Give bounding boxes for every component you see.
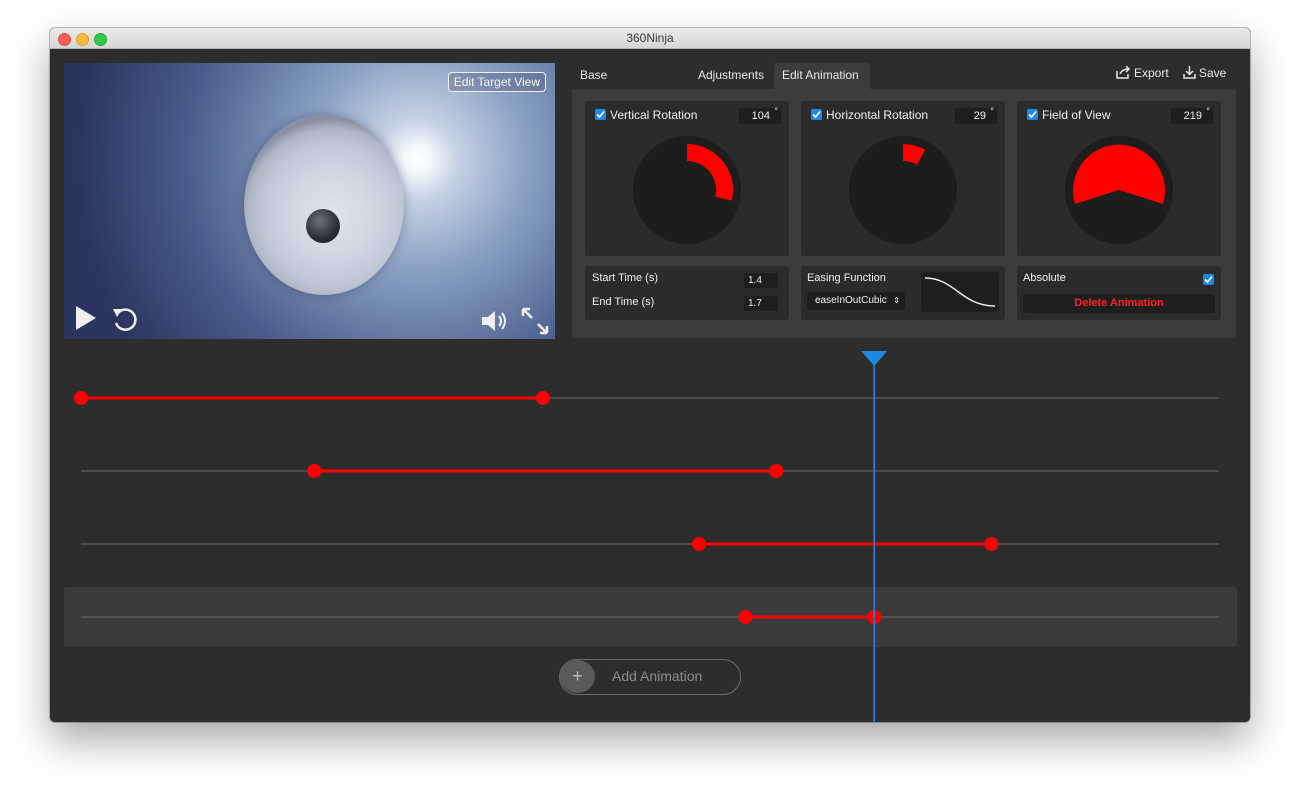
animation-timeline[interactable]: + Add Animation xyxy=(50,348,1250,722)
keyframe-end-handle[interactable] xyxy=(769,464,784,478)
easing-curve-preview xyxy=(921,272,999,312)
app-window: 360Ninja Edit Target View Base Configura… xyxy=(50,28,1250,722)
vertical-rotation-value: 104 xyxy=(751,110,770,122)
keyframe-start-handle[interactable] xyxy=(307,464,322,478)
playhead-handle[interactable] xyxy=(861,351,888,366)
add-animation-button[interactable]: + Add Animation xyxy=(559,659,741,695)
select-arrows-icon: ⇕ xyxy=(893,296,900,305)
save-button[interactable]: Save xyxy=(1183,66,1226,80)
start-time-input[interactable]: 1.4 xyxy=(744,273,778,288)
add-animation-label: Add Animation xyxy=(612,668,703,684)
edit-animation-panel: Vertical Rotation 104 ° Horizontal Rotat… xyxy=(572,89,1236,338)
horizontal-rotation-dial[interactable] xyxy=(849,136,957,244)
keyframe-end-handle[interactable] xyxy=(984,537,999,551)
absolute-card: Absolute Delete Animation xyxy=(1017,266,1221,320)
keyframe-start-handle[interactable] xyxy=(74,391,88,405)
vertical-rotation-card: Vertical Rotation 104 ° xyxy=(585,101,789,256)
window-title: 360Ninja xyxy=(626,31,674,45)
replay-icon[interactable] xyxy=(110,305,138,333)
vertical-rotation-dial[interactable] xyxy=(633,136,741,244)
field-of-view-checkbox[interactable] xyxy=(1027,109,1038,120)
horizontal-rotation-value: 29 xyxy=(973,110,986,122)
horizontal-rotation-value-field[interactable]: 29 ° xyxy=(955,106,997,124)
vertical-rotation-checkbox[interactable] xyxy=(595,109,606,120)
easing-function-label: Easing Function xyxy=(807,272,886,284)
keyframe-start-handle[interactable] xyxy=(738,610,753,624)
keyframe-end-handle[interactable] xyxy=(536,391,551,405)
degree-unit: ° xyxy=(774,106,778,116)
vertical-rotation-value-field[interactable]: 104 ° xyxy=(739,106,781,124)
absolute-label: Absolute xyxy=(1023,272,1066,284)
save-label: Save xyxy=(1199,66,1227,80)
download-icon xyxy=(1183,66,1196,79)
export-button[interactable]: Export xyxy=(1116,66,1169,80)
plus-icon: + xyxy=(560,660,595,693)
horizontal-rotation-card: Horizontal Rotation 29 ° xyxy=(801,101,1005,256)
degree-unit: ° xyxy=(1206,106,1210,116)
easing-function-select[interactable]: easeInOutCubic ⇕ xyxy=(807,292,905,310)
vertical-rotation-label: Vertical Rotation xyxy=(610,108,698,122)
field-of-view-value-field[interactable]: 219 ° xyxy=(1171,106,1213,124)
panorama-planet xyxy=(244,115,404,295)
camera-object xyxy=(306,209,340,243)
absolute-checkbox[interactable] xyxy=(1203,274,1214,285)
end-time-label: End Time (s) xyxy=(592,296,655,308)
field-of-view-card: Field of View 219 ° xyxy=(1017,101,1221,256)
play-icon[interactable] xyxy=(74,305,98,331)
field-of-view-value: 219 xyxy=(1183,110,1202,122)
delete-animation-button[interactable]: Delete Animation xyxy=(1023,294,1215,313)
export-label: Export xyxy=(1134,66,1169,80)
field-of-view-label: Field of View xyxy=(1042,108,1111,122)
keyframe-start-handle[interactable] xyxy=(691,537,706,551)
tab-edit-animation[interactable]: Edit Animation xyxy=(774,63,870,89)
easing-card: Easing Function easeInOutCubic ⇕ xyxy=(801,266,1005,320)
volume-icon[interactable] xyxy=(480,308,510,334)
horizontal-rotation-checkbox[interactable] xyxy=(811,109,822,120)
video-preview[interactable]: Edit Target View xyxy=(64,63,555,339)
fullscreen-icon[interactable] xyxy=(520,306,550,336)
end-time-input[interactable]: 1.7 xyxy=(744,296,778,311)
start-time-label: Start Time (s) xyxy=(592,272,659,284)
tab-adjustments[interactable]: Adjustments xyxy=(690,63,774,89)
tab-base-configuration[interactable]: Base Configuration xyxy=(572,63,690,106)
export-icon xyxy=(1116,66,1131,79)
easing-curve-icon xyxy=(924,277,996,307)
field-of-view-dial[interactable] xyxy=(1065,136,1173,244)
easing-selected-value: easeInOutCubic xyxy=(815,295,887,306)
horizontal-rotation-label: Horizontal Rotation xyxy=(826,108,929,122)
degree-unit: ° xyxy=(990,106,994,116)
edit-target-view-button[interactable]: Edit Target View xyxy=(447,72,546,92)
title-bar: 360Ninja xyxy=(50,28,1250,49)
time-card: Start Time (s) 1.4 End Time (s) 1.7 xyxy=(585,266,789,320)
